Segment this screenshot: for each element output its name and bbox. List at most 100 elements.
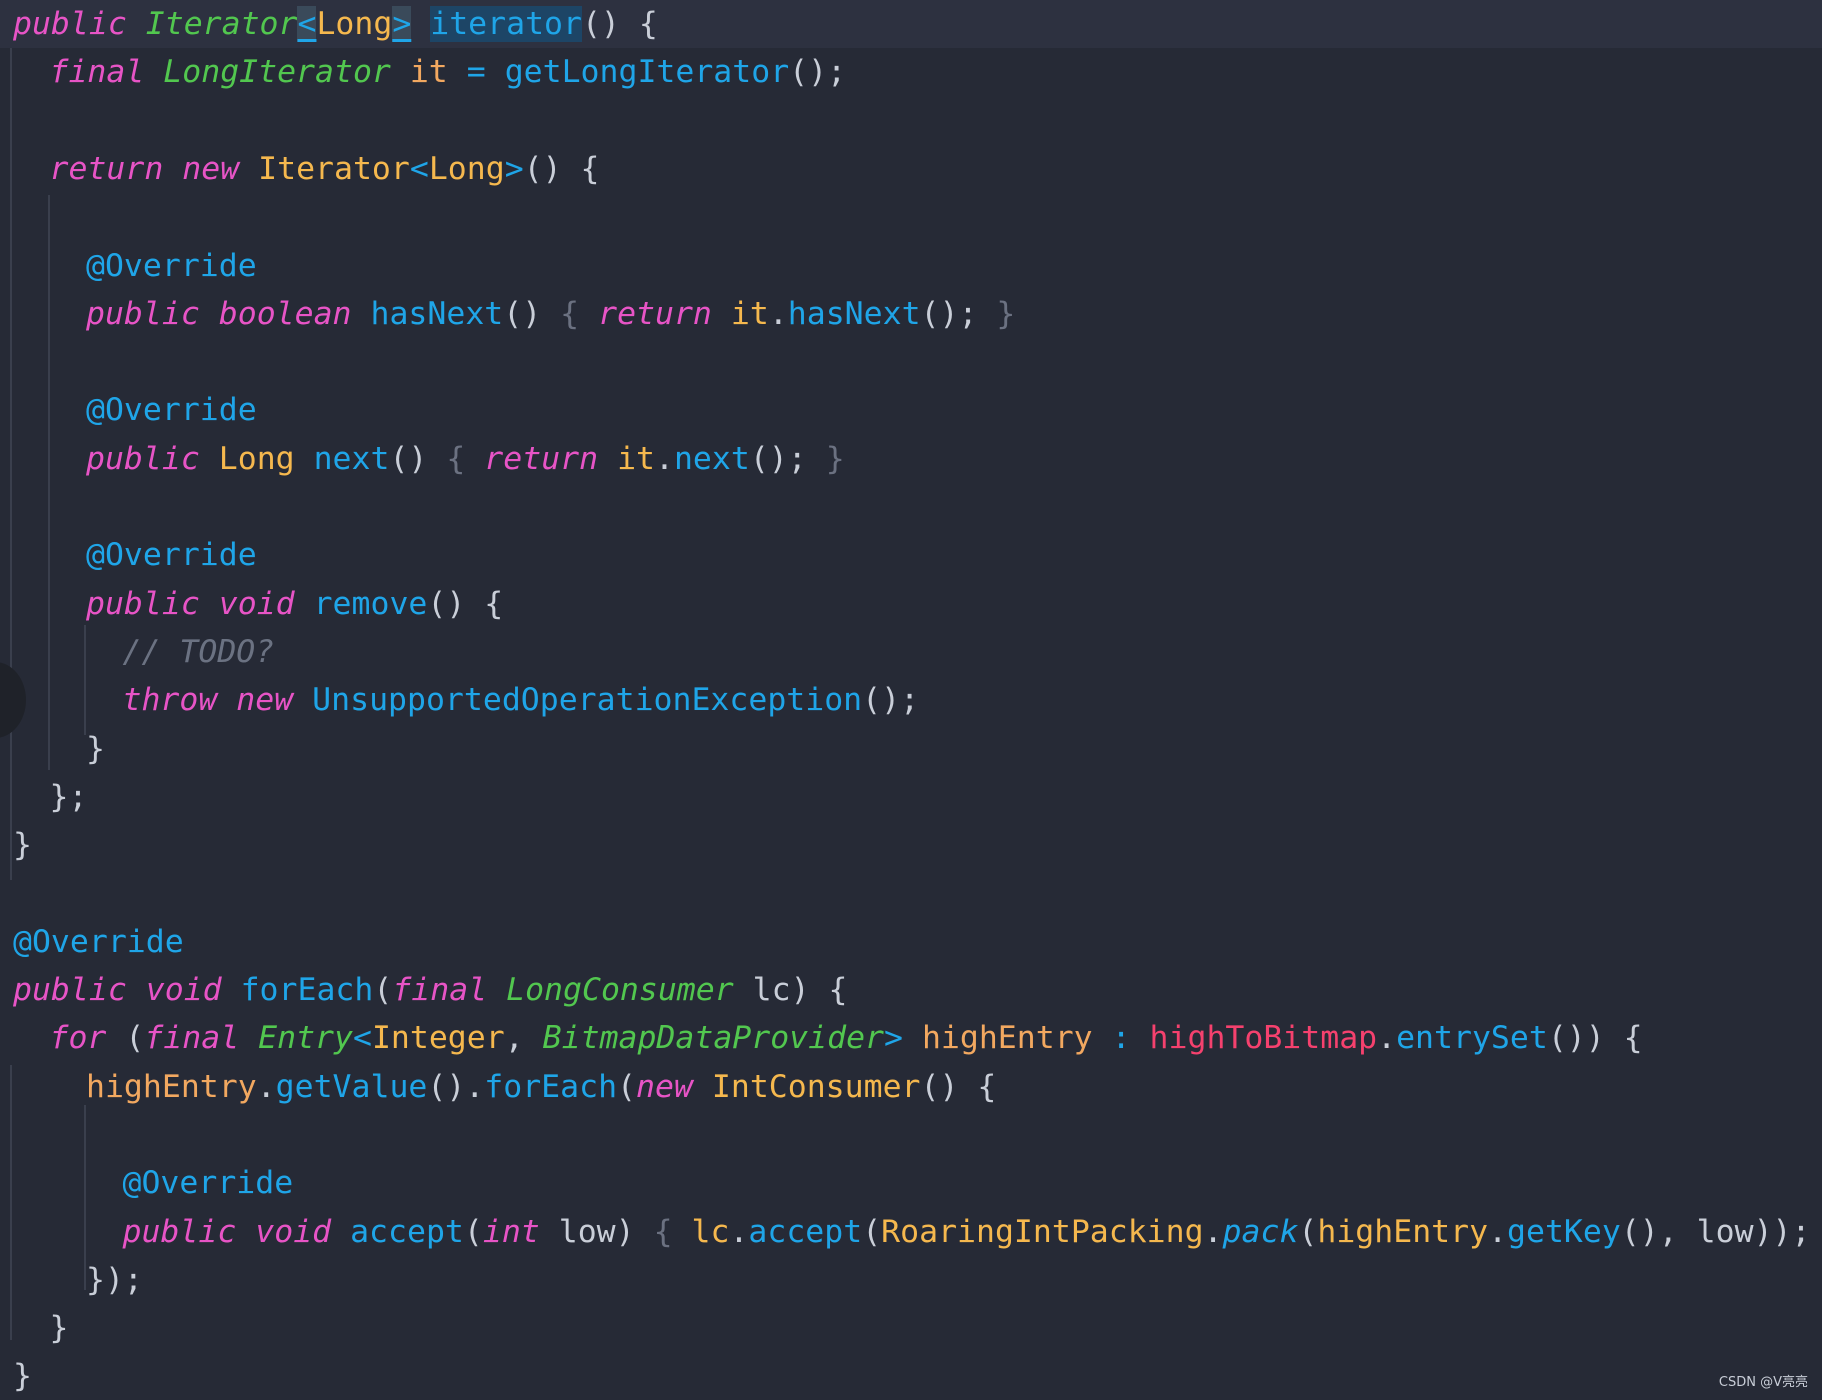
code-token: {: [446, 440, 466, 477]
code-token: Long: [316, 6, 393, 42]
code-token: remove: [313, 585, 428, 622]
code-token: forEach: [484, 1068, 618, 1105]
code-token: Integer: [371, 1020, 505, 1057]
code-token: void: [218, 585, 295, 622]
code-token: it: [730, 295, 769, 332]
code-token: forEach: [240, 972, 374, 1008]
code-token: IntConsumer: [711, 1068, 921, 1105]
code-token: (: [373, 972, 393, 1008]
code-token: final: [392, 972, 488, 1008]
code-token: return: [598, 295, 712, 332]
code-token: public: [122, 1213, 237, 1250]
code-token: @Override: [86, 392, 257, 429]
code-token: lc) {: [733, 972, 848, 1008]
code-line: throw new UnsupportedOperationException(…: [0, 676, 1822, 724]
code-token: (), low));: [1620, 1213, 1822, 1250]
code-token: UnsupportedOperationException: [312, 682, 863, 719]
code-line: @Override: [0, 386, 1822, 434]
code-line: public void accept(int low) { lc.accept(…: [0, 1208, 1822, 1256]
code-token: RoaringIntPacking: [881, 1213, 1204, 1250]
code-token: ,: [504, 1020, 543, 1057]
code-line: public Long next() { return it.next(); }: [0, 435, 1822, 483]
code-token: accept: [350, 1213, 464, 1250]
code-token: (: [617, 1068, 637, 1105]
code-editor[interactable]: public Iterator<Long> iterator() {final …: [0, 0, 1822, 1398]
code-token: (: [1298, 1213, 1318, 1250]
code-line: return new Iterator<Long>() {: [0, 145, 1822, 193]
code-token: it: [617, 440, 655, 477]
code-token: BitmapDataProvider: [542, 1020, 885, 1057]
code-token: {: [560, 295, 580, 332]
code-token: void: [255, 1213, 332, 1250]
code-token: lc: [691, 1213, 730, 1250]
code-line: }: [0, 1304, 1822, 1352]
code-token: next: [313, 440, 390, 477]
code-token: >: [884, 1020, 903, 1057]
code-token: public: [13, 6, 127, 42]
code-token: :: [1111, 1020, 1131, 1057]
code-token: low): [539, 1213, 654, 1250]
code-line: @Override: [0, 918, 1822, 966]
code-token: @Override: [13, 923, 184, 960]
code-token: highEntry: [86, 1068, 257, 1105]
code-line: public void forEach(final LongConsumer l…: [0, 966, 1822, 1014]
code-line: public void remove() {: [0, 580, 1822, 628]
code-line: public Iterator<Long> iterator() {: [0, 0, 1822, 48]
code-token: .: [729, 1213, 749, 1250]
code-token: .: [655, 440, 674, 477]
code-token: // TODO?: [122, 633, 275, 670]
code-token: () {: [523, 150, 600, 187]
code-token: it: [409, 54, 448, 91]
code-token: final: [49, 54, 145, 91]
code-token: Long: [428, 150, 505, 187]
code-token: hasNext: [787, 295, 921, 332]
code-token: throw: [122, 682, 218, 719]
code-token: .: [1203, 1213, 1223, 1250]
code-token: pack: [1222, 1213, 1299, 1250]
code-line: }: [0, 821, 1822, 869]
code-token: getValue: [275, 1068, 428, 1105]
code-line: }: [0, 725, 1822, 773]
code-token: }: [86, 730, 105, 767]
code-line: });: [0, 1256, 1822, 1304]
code-line: };: [0, 773, 1822, 821]
code-token: @Override: [86, 537, 257, 574]
code-token: public: [13, 972, 127, 1008]
code-token: new: [182, 150, 240, 187]
code-token: return: [49, 150, 164, 187]
code-token: =: [466, 54, 486, 91]
code-token: void: [145, 972, 222, 1008]
code-token: Iterator: [258, 150, 410, 187]
code-token: int: [482, 1213, 540, 1250]
code-token: }: [825, 440, 845, 477]
code-token: }: [13, 1358, 32, 1395]
code-token: public: [86, 585, 200, 622]
code-token: new: [636, 1068, 693, 1105]
code-token: for: [49, 1020, 107, 1057]
code-token: .: [1377, 1020, 1397, 1057]
code-line: @Override: [0, 242, 1822, 290]
